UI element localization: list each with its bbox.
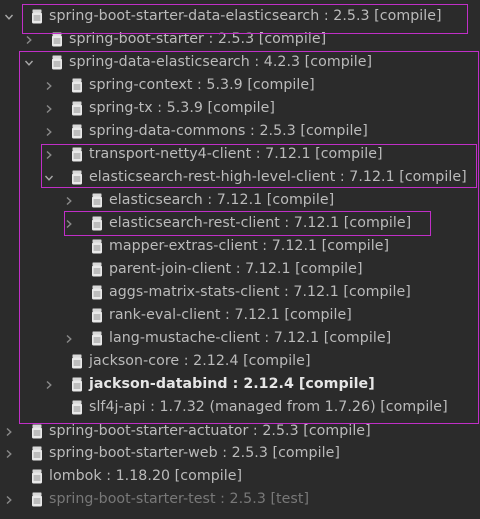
- jar-icon: [31, 469, 43, 484]
- tree-item-label: parent-join-client : 7.12.1 [compile]: [109, 261, 363, 277]
- tree-item-label: spring-boot-starter-actuator : 2.5.3 [co…: [49, 423, 371, 439]
- tree-item-label: spring-data-elasticsearch : 4.2.3 [compi…: [69, 54, 373, 70]
- tree-row[interactable]: elasticsearch-rest-client : 7.12.1 [comp…: [0, 212, 480, 235]
- chevron-right-icon[interactable]: [43, 74, 55, 97]
- chevron-down-icon[interactable]: [43, 166, 55, 189]
- tree-row[interactable]: rank-eval-client : 7.12.1 [compile]: [0, 304, 480, 327]
- tree-item-label: spring-data-commons : 2.5.3 [compile]: [89, 123, 368, 139]
- tree-item-label: jackson-core : 2.12.4 [compile]: [89, 353, 311, 369]
- chevron-right-icon[interactable]: [3, 488, 15, 511]
- tree-row[interactable]: spring-boot-starter-actuator : 2.5.3 [co…: [0, 420, 480, 443]
- jar-icon: [91, 285, 103, 300]
- tree-row[interactable]: lang-mustache-client : 7.12.1 [compile]: [0, 327, 480, 350]
- chevron-right-icon[interactable]: [63, 189, 75, 212]
- jar-icon: [51, 32, 63, 47]
- jar-icon: [71, 354, 83, 369]
- jar-icon: [91, 216, 103, 231]
- tree-item-label: elasticsearch-rest-client : 7.12.1 [comp…: [109, 215, 412, 231]
- chevron-right-icon[interactable]: [63, 212, 75, 235]
- tree-row[interactable]: slf4j-api : 1.7.32 (managed from 1.7.26)…: [0, 396, 480, 419]
- chevron-down-icon[interactable]: [3, 5, 15, 28]
- tree-row[interactable]: spring-boot-starter-web : 2.5.3 [compile…: [0, 442, 480, 465]
- tree-row[interactable]: spring-data-elasticsearch : 4.2.3 [compi…: [0, 51, 480, 74]
- tree-item-label: spring-boot-starter-test : 2.5.3 [test]: [49, 491, 310, 507]
- jar-icon: [31, 446, 43, 461]
- tree-item-label: elasticsearch-rest-high-level-client : 7…: [89, 169, 467, 185]
- tree-item-label: spring-boot-starter : 2.5.3 [compile]: [69, 31, 327, 47]
- jar-icon: [71, 147, 83, 162]
- tree-row[interactable]: transport-netty4-client : 7.12.1 [compil…: [0, 143, 480, 166]
- chevron-right-icon[interactable]: [23, 28, 35, 51]
- tree-item-label: rank-eval-client : 7.12.1 [compile]: [109, 307, 352, 323]
- chevron-right-icon[interactable]: [43, 97, 55, 120]
- chevron-right-icon[interactable]: [43, 143, 55, 166]
- jar-icon: [71, 124, 83, 139]
- chevron-right-icon[interactable]: [3, 442, 15, 465]
- jar-icon: [91, 308, 103, 323]
- tree-item-label: elasticsearch : 7.12.1 [compile]: [109, 192, 335, 208]
- jar-icon: [71, 377, 83, 392]
- tree-row[interactable]: mapper-extras-client : 7.12.1 [compile]: [0, 235, 480, 258]
- jar-icon: [31, 492, 43, 507]
- tree-row[interactable]: spring-boot-starter : 2.5.3 [compile]: [0, 28, 480, 51]
- tree-row[interactable]: jackson-databind : 2.12.4 [compile]: [0, 373, 480, 396]
- tree-item-label: spring-boot-starter-data-elasticsearch :…: [49, 8, 442, 24]
- tree-item-label: slf4j-api : 1.7.32 (managed from 1.7.26)…: [89, 399, 448, 415]
- jar-icon: [91, 193, 103, 208]
- chevron-down-icon[interactable]: [23, 51, 35, 74]
- tree-row[interactable]: jackson-core : 2.12.4 [compile]: [0, 350, 480, 373]
- chevron-right-icon[interactable]: [63, 327, 75, 350]
- chevron-right-icon[interactable]: [43, 120, 55, 143]
- jar-icon: [51, 55, 63, 70]
- tree-item-label: spring-boot-starter-web : 2.5.3 [compile…: [49, 445, 340, 461]
- tree-row[interactable]: spring-boot-starter-data-elasticsearch :…: [0, 5, 480, 28]
- jar-icon: [91, 262, 103, 277]
- tree-row[interactable]: spring-data-commons : 2.5.3 [compile]: [0, 120, 480, 143]
- tree-row[interactable]: lombok : 1.18.20 [compile]: [0, 465, 480, 488]
- jar-icon: [31, 9, 43, 24]
- tree-item-label: mapper-extras-client : 7.12.1 [compile]: [109, 238, 390, 254]
- tree-item-label: lombok : 1.18.20 [compile]: [49, 468, 243, 484]
- tree-row[interactable]: elasticsearch : 7.12.1 [compile]: [0, 189, 480, 212]
- jar-icon: [71, 170, 83, 185]
- chevron-right-icon[interactable]: [3, 420, 15, 443]
- tree-item-label: lang-mustache-client : 7.12.1 [compile]: [109, 330, 392, 346]
- jar-icon: [91, 239, 103, 254]
- tree-row[interactable]: spring-tx : 5.3.9 [compile]: [0, 97, 480, 120]
- tree-row[interactable]: elasticsearch-rest-high-level-client : 7…: [0, 166, 480, 189]
- jar-icon: [91, 331, 103, 346]
- tree-row[interactable]: spring-boot-starter-test : 2.5.3 [test]: [0, 488, 480, 511]
- tree-item-label: jackson-databind : 2.12.4 [compile]: [89, 376, 375, 392]
- dependency-tree: spring-boot-starter-data-elasticsearch :…: [0, 0, 480, 519]
- chevron-right-icon[interactable]: [43, 373, 55, 396]
- jar-icon: [71, 400, 83, 415]
- jar-icon: [31, 424, 43, 439]
- tree-item-label: aggs-matrix-stats-client : 7.12.1 [compi…: [109, 284, 411, 300]
- tree-item-label: spring-tx : 5.3.9 [compile]: [89, 100, 275, 116]
- tree-item-label: transport-netty4-client : 7.12.1 [compil…: [89, 146, 383, 162]
- tree-row[interactable]: parent-join-client : 7.12.1 [compile]: [0, 258, 480, 281]
- tree-item-label: spring-context : 5.3.9 [compile]: [89, 77, 315, 93]
- tree-row[interactable]: spring-context : 5.3.9 [compile]: [0, 74, 480, 97]
- jar-icon: [71, 78, 83, 93]
- tree-row[interactable]: aggs-matrix-stats-client : 7.12.1 [compi…: [0, 281, 480, 304]
- jar-icon: [71, 101, 83, 116]
